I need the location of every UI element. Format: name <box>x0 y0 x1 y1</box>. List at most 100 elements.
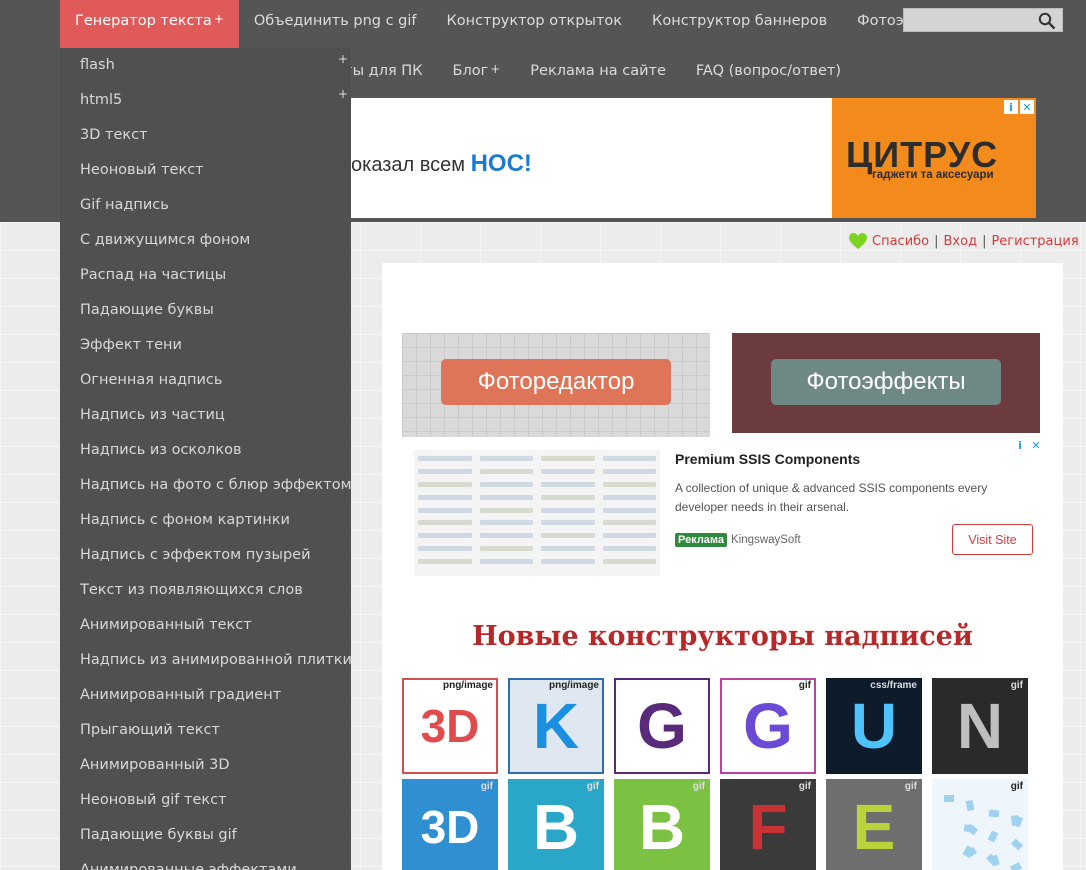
thumbnail-line <box>479 533 533 539</box>
tile-format-tag: gif <box>1010 680 1023 691</box>
nav-text-generator[interactable]: Генератор текста + <box>60 0 239 48</box>
ssis-ad[interactable]: Premium SSIS Components A collection of … <box>402 438 1043 578</box>
constructor-tile[interactable]: gif <box>932 779 1028 870</box>
constructor-tile[interactable]: Ucss/frame <box>826 678 922 774</box>
plus-icon: + <box>213 12 224 26</box>
constructor-tile[interactable]: Ggif <box>720 678 816 774</box>
thumbnail-line <box>418 533 472 539</box>
tile-glyph: N <box>956 690 1004 762</box>
dropdown-item[interactable]: Анимированный текст <box>60 614 351 649</box>
thumbnail-line <box>602 520 656 526</box>
dropdown-item[interactable]: Gif надпись <box>60 194 351 229</box>
visit-site-button[interactable]: Visit Site <box>952 524 1033 555</box>
constructor-tile[interactable]: Bgif <box>508 779 604 870</box>
dropdown-item[interactable]: Надпись из анимированной плитки <box>60 649 352 684</box>
dropdown-item-label: Надпись из осколков <box>80 442 242 458</box>
ad-title[interactable]: Premium SSIS Components <box>675 451 860 467</box>
nav-card-constructor[interactable]: Конструктор открыток <box>432 0 638 48</box>
thanks-link[interactable]: Спасибо <box>872 234 929 249</box>
nav-label: Конструктор баннеров <box>652 13 828 29</box>
nav-blog[interactable]: Блог + <box>438 50 516 92</box>
dropdown-item[interactable]: Падающие буквы gif <box>60 824 351 859</box>
dropdown-item[interactable]: 3D текст <box>60 124 351 159</box>
dropdown-item[interactable]: Неоновый текст <box>60 159 351 194</box>
dropdown-item[interactable]: Надпись с эффектом пузырей <box>60 544 351 579</box>
constructor-tile[interactable]: Bgif <box>614 779 710 870</box>
dropdown-item[interactable]: Надпись из осколков <box>60 439 351 474</box>
dropdown-item[interactable]: html5 + <box>60 87 351 124</box>
plus-icon[interactable]: + <box>338 83 348 106</box>
thumbnail-line <box>602 533 656 539</box>
dropdown-item-label: Надпись из анимированной плитки <box>80 652 352 668</box>
dropdown-item[interactable]: Неоновый gif текст <box>60 789 351 824</box>
dropdown-item-label: 3D текст <box>80 127 148 143</box>
close-icon[interactable]: ✕ <box>1020 100 1034 114</box>
ad-badge: Реклама <box>675 533 728 547</box>
dropdown-item[interactable]: Огненная надпись <box>60 369 351 404</box>
photo-effects-button[interactable]: Фотоэффекты <box>771 359 1001 405</box>
thumbnail-line <box>479 520 533 526</box>
thumbnail-line <box>602 494 656 500</box>
ad-banner[interactable]: оказал всем НОС! ЦИТРУС гаджети та аксес… <box>351 98 1036 218</box>
constructor-tile[interactable]: G <box>614 678 710 774</box>
dropdown-item[interactable]: Анимированный градиент <box>60 684 351 719</box>
dropdown-item[interactable]: Анимированный 3D <box>60 754 351 789</box>
ad-highlight: НОС! <box>470 150 532 177</box>
tile-format-tag: gif <box>1010 781 1023 792</box>
constructor-tile[interactable]: Egif <box>826 779 922 870</box>
dropdown-item[interactable]: Текст из появляющихся слов <box>60 579 351 614</box>
login-link[interactable]: Вход <box>944 234 978 249</box>
dropdown-item-label: Распад на частицы <box>80 267 227 283</box>
photo-editor-button[interactable]: Фоторедактор <box>441 359 671 405</box>
thumbnail-line <box>541 546 595 552</box>
dropdown-item-label: Падающие буквы gif <box>80 827 237 843</box>
search-input[interactable] <box>903 8 1063 32</box>
dropdown-item[interactable]: Эффект тени <box>60 334 351 369</box>
dropdown-item-label: Анимированный 3D <box>80 757 230 773</box>
dropdown-item[interactable]: Надпись из частиц <box>60 404 351 439</box>
dropdown-item-label: Анимированный градиент <box>80 687 282 703</box>
dropdown-item[interactable]: flash + <box>60 52 351 89</box>
tile-glyph: K <box>532 690 580 762</box>
tile-glyph: G <box>743 690 793 762</box>
nav-advertising[interactable]: Реклама на сайте <box>515 50 681 92</box>
thumbnail-line <box>418 507 472 513</box>
nav-merge-png-gif[interactable]: Объединить png с gif <box>239 0 432 48</box>
shard-shape <box>963 824 975 833</box>
constructor-tile[interactable]: 3D gif <box>402 779 498 870</box>
nav-banner-constructor[interactable]: Конструктор баннеров <box>637 0 842 48</box>
dropdown-item[interactable]: Анимированные эффектами <box>60 859 351 870</box>
photo-editor-promo[interactable]: Фоторедактор <box>402 333 710 437</box>
nav-label: Блог <box>452 63 489 79</box>
thumbnail-line <box>541 494 595 500</box>
tile-glyph: B <box>532 791 580 863</box>
advertiser-name: KingswaySoft <box>731 534 801 546</box>
constructor-tile[interactable]: Fgif <box>720 779 816 870</box>
photo-effects-promo[interactable]: Фотоэффекты <box>732 333 1040 433</box>
info-icon[interactable]: i <box>1013 438 1027 452</box>
tile-glyph: U <box>850 690 898 762</box>
dropdown-item[interactable]: С движущимся фоном <box>60 229 351 264</box>
constructor-tile[interactable]: 3D png/image <box>402 678 498 774</box>
plus-icon[interactable]: + <box>338 48 348 71</box>
close-icon[interactable]: ✕ <box>1029 438 1043 452</box>
thumbnail-line <box>479 559 533 565</box>
dropdown-item[interactable]: Надпись на фото с блюр эффектом <box>60 474 352 509</box>
nav-faq[interactable]: FAQ (вопрос/ответ) <box>681 50 856 92</box>
dropdown-item[interactable]: Прыгающий текст <box>60 719 351 754</box>
thumbnail-line <box>418 468 472 474</box>
heart-icon <box>849 233 867 249</box>
info-icon[interactable]: i <box>1004 100 1018 114</box>
dropdown-item-label: Падающие буквы <box>80 302 214 318</box>
dropdown-item[interactable]: Распад на частицы <box>60 264 351 299</box>
search-icon[interactable] <box>1038 12 1056 30</box>
constructor-tile[interactable]: Ngif <box>932 678 1028 774</box>
nav-label: Реклама на сайте <box>530 63 666 79</box>
nav-label: Конструктор открыток <box>446 13 623 29</box>
thumbnail-line <box>418 559 472 565</box>
constructor-tile[interactable]: Kpng/image <box>508 678 604 774</box>
dropdown-item[interactable]: Падающие буквы <box>60 299 351 334</box>
register-link[interactable]: Регистрация <box>991 234 1078 249</box>
dropdown-item-label: Огненная надпись <box>80 372 223 388</box>
dropdown-item[interactable]: Надпись с фоном картинки <box>60 509 351 544</box>
